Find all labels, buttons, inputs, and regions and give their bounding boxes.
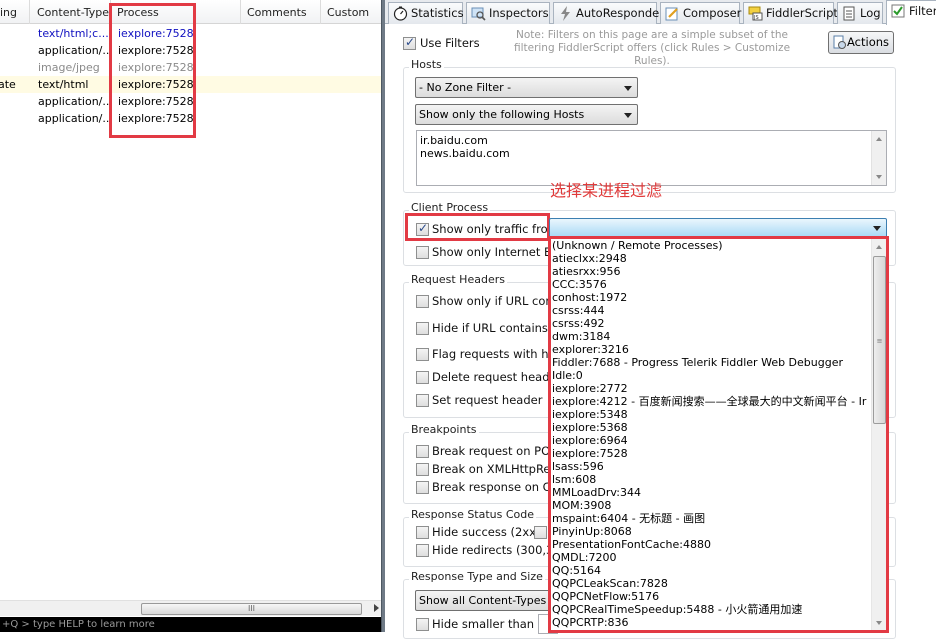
- flag-requests-with-header-checkbox[interactable]: [416, 348, 429, 361]
- break-on-xmlhttprequest-label: Break on XMLHttpRequ: [432, 462, 566, 476]
- lightning-icon: [561, 6, 570, 21]
- scroll-right-arrow-icon[interactable]: [374, 604, 379, 612]
- host-filter-value: Show only the following Hosts: [419, 108, 585, 121]
- inspector-pane: Statistics Inspectors AutoResponder Comp…: [385, 0, 936, 639]
- log-icon: [843, 6, 855, 21]
- hide-if-url-contains-checkbox[interactable]: [416, 322, 429, 335]
- hide-smaller-than-label: Hide smaller than: [432, 617, 535, 631]
- caching-cell: ate: [0, 78, 16, 91]
- content-type-cell: application/...: [38, 44, 113, 57]
- pencil-icon: [665, 7, 678, 21]
- column-header-comments[interactable]: Comments: [241, 0, 321, 24]
- tab-autoresponder[interactable]: AutoResponder: [553, 2, 664, 24]
- scrollbar-thumb[interactable]: III: [141, 603, 362, 615]
- tab-statistics[interactable]: Statistics: [388, 2, 464, 24]
- chevron-down-icon: [873, 226, 881, 231]
- show-only-if-url-contains-checkbox[interactable]: [416, 295, 429, 308]
- tab-inspectors[interactable]: Inspectors: [466, 2, 550, 24]
- set-request-header-checkbox[interactable]: [416, 394, 429, 407]
- show-only-ie-label: Show only Internet Exp: [432, 245, 566, 259]
- content-type-cell: application/...: [38, 112, 113, 125]
- column-header-content-type[interactable]: Content-Type: [31, 0, 111, 24]
- tab-label: Composer: [683, 6, 742, 20]
- tab-label: FiddlerScript: [766, 6, 838, 20]
- hide-non-2xx-checkbox[interactable]: [534, 526, 547, 539]
- use-filters-label: Use Filters: [420, 36, 480, 50]
- break-request-on-post-checkbox[interactable]: [416, 445, 429, 458]
- quickexec-input[interactable]: +Q > type HELP to learn more: [0, 617, 381, 632]
- chevron-down-icon: [624, 86, 632, 91]
- actions-icon: [833, 35, 846, 49]
- stopwatch-icon: [393, 6, 408, 21]
- zone-filter-select[interactable]: - No Zone Filter -: [415, 77, 638, 98]
- break-request-on-post-label: Break request on POST: [432, 444, 565, 458]
- scroll-down-arrow-icon[interactable]: [876, 175, 882, 179]
- response-type-group-title: Response Type and Size: [409, 570, 545, 583]
- column-header-caching[interactable]: ing: [0, 0, 30, 24]
- set-request-header-label: Set request header: [432, 393, 543, 407]
- content-types-value: Show all Content-Types: [419, 594, 547, 607]
- host-entry: news.baidu.com: [420, 147, 510, 160]
- process-column-highlight-box: [109, 3, 196, 138]
- delete-request-headers-checkbox[interactable]: [416, 371, 429, 384]
- filters-note: Note: Filters on this page are a simple …: [513, 29, 791, 67]
- content-type-cell: application/...: [38, 95, 113, 108]
- checkbox-highlight-box: [405, 213, 550, 241]
- process-select[interactable]: [549, 218, 887, 238]
- filters-page: Use Filters Note: Filters on this page a…: [385, 25, 936, 639]
- actions-label: Actions: [847, 35, 890, 49]
- hide-if-url-contains-label: Hide if URL contains: [432, 321, 548, 335]
- show-only-ie-checkbox[interactable]: [416, 246, 429, 259]
- content-type-cell: text/html: [38, 78, 89, 91]
- session-list-pane: ing Content-Type Process Comments Custom…: [0, 0, 381, 632]
- break-response-on-content-type-label: Break response on Con: [432, 480, 566, 494]
- use-filters-checkbox[interactable]: [403, 35, 416, 50]
- column-header-custom[interactable]: Custom: [321, 0, 381, 24]
- content-type-cell: image/jpeg: [38, 61, 100, 74]
- tab-label: Statistics: [411, 6, 464, 20]
- annotation-text: 选择某进程过滤: [550, 181, 663, 200]
- tab-filters[interactable]: Filters: [886, 0, 936, 25]
- host-entry: ir.baidu.com: [420, 134, 488, 147]
- request-headers-group-title: Request Headers: [409, 273, 507, 286]
- hide-success-label: Hide success (2xx): [432, 525, 541, 539]
- magnifier-icon: [471, 7, 486, 21]
- svg-text:JS: JS: [753, 15, 759, 21]
- chevron-down-icon: [624, 113, 632, 118]
- checkbox-icon: [891, 4, 905, 18]
- tab-label: Log: [860, 6, 881, 20]
- tab-label: AutoResponder: [576, 6, 664, 20]
- response-status-group-title: Response Status Code: [409, 508, 537, 521]
- tab-composer[interactable]: Composer: [660, 2, 742, 24]
- breakpoints-group-title: Breakpoints: [409, 423, 479, 436]
- tab-label: Inspectors: [489, 6, 549, 20]
- host-filter-select[interactable]: Show only the following Hosts: [415, 104, 638, 125]
- tab-fiddlerscript[interactable]: JS FiddlerScript: [743, 2, 838, 24]
- tab-bar: Statistics Inspectors AutoResponder Comp…: [385, 0, 936, 25]
- hide-success-checkbox[interactable]: [416, 526, 429, 539]
- break-response-on-content-type-checkbox[interactable]: [416, 481, 429, 494]
- break-on-xmlhttprequest-checkbox[interactable]: [416, 463, 429, 476]
- tab-log[interactable]: Log: [837, 2, 883, 24]
- content-type-cell: text/html;c...: [38, 27, 109, 40]
- actions-button[interactable]: Actions: [828, 31, 894, 54]
- scroll-up-arrow-icon[interactable]: [876, 137, 882, 141]
- hide-smaller-than-checkbox[interactable]: [416, 618, 429, 631]
- hide-redirects-checkbox[interactable]: [416, 544, 429, 557]
- tab-label: Filters: [909, 4, 936, 18]
- horizontal-scrollbar[interactable]: III: [0, 600, 381, 616]
- hosts-group-title: Hosts: [409, 58, 444, 71]
- hosts-scrollbar[interactable]: [871, 131, 886, 185]
- dropdown-highlight-box: [548, 236, 889, 633]
- show-only-if-url-contains-label: Show only if URL conta: [432, 294, 565, 308]
- script-icon: JS: [748, 6, 763, 21]
- zone-filter-value: - No Zone Filter -: [419, 81, 512, 94]
